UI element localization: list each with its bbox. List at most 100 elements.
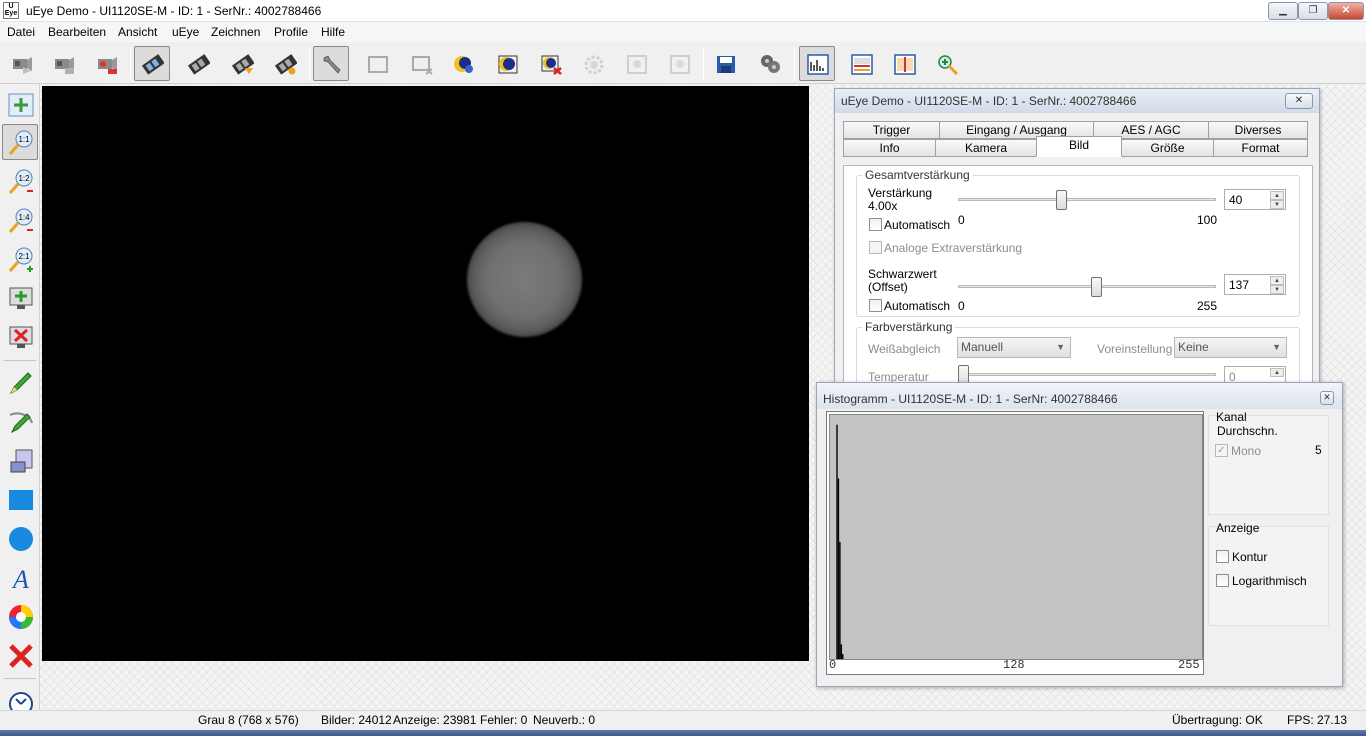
gain-spinbox[interactable]: 40 ▲ ▼	[1224, 189, 1286, 210]
exposure-remove-button[interactable]	[532, 46, 568, 81]
tab-trigger[interactable]: Trigger	[843, 121, 940, 139]
zoom-1-1-button[interactable]: 1:1	[2, 124, 38, 160]
black-down-arrow[interactable]: ▼	[1270, 285, 1284, 294]
save-button[interactable]	[707, 46, 743, 81]
gain-group-title: Gesamtverstärkung	[862, 168, 973, 182]
gain-factor: 4.00x	[868, 199, 898, 213]
whitebalance-select[interactable]: Manuell ▼	[957, 337, 1071, 358]
film-reel-button[interactable]	[751, 46, 787, 81]
camera-open-button[interactable]	[3, 46, 39, 81]
tab-format[interactable]: Format	[1213, 139, 1308, 157]
delete-drawing-button[interactable]	[2, 637, 38, 673]
camera-live-image[interactable]	[42, 86, 809, 661]
zoom-1-4-button[interactable]: 1:4	[2, 202, 38, 238]
exposure-auto-button[interactable]	[445, 46, 481, 81]
menu-ueye[interactable]: uEye	[172, 25, 199, 39]
minimize-button[interactable]: ▁	[1268, 2, 1298, 20]
menu-zeichnen[interactable]: Zeichnen	[211, 25, 260, 39]
line-view-icon	[851, 54, 873, 75]
tab-diverses[interactable]: Diverses	[1208, 121, 1308, 139]
tab-info[interactable]: Info	[843, 139, 936, 157]
exposure-button[interactable]	[489, 46, 525, 81]
zoom-1-4-label: 1:4	[18, 213, 30, 222]
light-spot	[467, 222, 582, 337]
ellipse-button[interactable]	[2, 520, 38, 556]
whitebalance-value: Manuell	[961, 340, 1004, 354]
temperature-up-arrow[interactable]: ▲	[1270, 368, 1284, 377]
stop-video-button[interactable]	[267, 46, 303, 81]
polyline-icon	[9, 412, 33, 434]
live-video-button[interactable]	[134, 46, 170, 81]
menu-hilfe[interactable]: Hilfe	[321, 25, 345, 39]
frame2-button[interactable]	[661, 46, 697, 81]
properties-button[interactable]	[313, 46, 349, 81]
black-spinbox[interactable]: 137 ▲ ▼	[1224, 274, 1286, 295]
ellipse-icon	[9, 527, 33, 551]
maximize-button[interactable]: ❐	[1298, 2, 1328, 20]
status-neuverb: Neuverb.: 0	[533, 713, 596, 727]
mono-checkbox[interactable]: ✓	[1215, 444, 1228, 457]
black-slider-track[interactable]	[958, 285, 1216, 288]
aoi-button[interactable]	[359, 46, 395, 81]
zoom-2-1-button[interactable]: 2:1	[2, 241, 38, 277]
analog-gain-checkbox[interactable]	[869, 241, 882, 254]
gain-slider-thumb[interactable]	[1056, 190, 1067, 210]
pencil-button[interactable]	[2, 364, 38, 400]
kontur-checkbox[interactable]	[1216, 550, 1229, 563]
logarithmisch-checkbox[interactable]	[1216, 574, 1229, 587]
rectangle-button[interactable]	[2, 481, 38, 517]
properties-title-bar: uEye Demo - UI1120SE-M - ID: 1 - SerNr.:…	[835, 89, 1319, 113]
gain-auto-checkbox[interactable]	[869, 218, 882, 231]
histogram-bin	[842, 654, 844, 659]
tab-groesse[interactable]: Größe	[1121, 139, 1214, 157]
kanal-column-header: Durchschn.	[1217, 424, 1278, 438]
preset-select[interactable]: Keine ▼	[1174, 337, 1287, 358]
tab-bild[interactable]: Bild	[1036, 136, 1122, 157]
menu-ansicht[interactable]: Ansicht	[118, 25, 157, 39]
menu-bearbeiten[interactable]: Bearbeiten	[48, 25, 106, 39]
menu-profile[interactable]: Profile	[274, 25, 308, 39]
properties-close-button[interactable]: ✕	[1285, 93, 1313, 109]
record-video-button[interactable]	[224, 46, 260, 81]
camera-properties-dialog: uEye Demo - UI1120SE-M - ID: 1 - SerNr.:…	[834, 88, 1320, 397]
gain-down-arrow[interactable]: ▼	[1270, 200, 1284, 209]
frame-button[interactable]	[618, 46, 654, 81]
text-button[interactable]: A	[2, 559, 38, 595]
camera-close-button[interactable]	[45, 46, 81, 81]
temperature-slider-track[interactable]	[958, 373, 1216, 376]
menu-datei[interactable]: Datei	[7, 25, 35, 39]
black-up-arrow[interactable]: ▲	[1270, 276, 1284, 285]
mono-label: Mono	[1231, 444, 1262, 458]
gear-button[interactable]	[575, 46, 611, 81]
horizon-view-button[interactable]	[886, 46, 922, 81]
fit-window-button[interactable]	[2, 86, 38, 122]
mono-value: 5	[1315, 443, 1322, 457]
preset-label: Voreinstellung	[1097, 342, 1173, 356]
stamp-button[interactable]	[2, 442, 38, 478]
monitor-close-button[interactable]	[2, 319, 38, 355]
tab-kamera[interactable]: Kamera	[935, 139, 1037, 157]
black-auto-checkbox[interactable]	[869, 299, 882, 312]
status-anzeige: Anzeige: 23981	[393, 713, 477, 727]
monitor-close-icon	[9, 326, 33, 348]
whitebalance-dropdown-icon: ▼	[1056, 342, 1065, 352]
title-bar: U Eye uEye Demo - UI1120SE-M - ID: 1 - Se…	[0, 0, 1366, 22]
aoi-remove-button[interactable]	[403, 46, 439, 81]
zoom-in-button[interactable]	[929, 46, 965, 81]
zoom-1-2-button[interactable]: 1:2	[2, 163, 38, 199]
color-wheel-button[interactable]	[2, 598, 38, 634]
black-slider-thumb[interactable]	[1091, 277, 1102, 297]
preset-value: Keine	[1178, 340, 1209, 354]
histogram-close-button[interactable]: ✕	[1320, 391, 1334, 405]
monitor-fit-button[interactable]	[2, 280, 38, 316]
histogram-button[interactable]	[799, 46, 835, 81]
camera-settings-button[interactable]	[88, 46, 124, 81]
gain-slider-track[interactable]	[958, 198, 1216, 201]
line-view-button[interactable]	[843, 46, 879, 81]
close-button[interactable]: ✕	[1328, 2, 1364, 20]
histogram-tick-255: 255	[1178, 658, 1200, 672]
snapshot-button[interactable]	[180, 46, 216, 81]
film-reel-icon	[761, 55, 780, 73]
polyline-button[interactable]	[2, 403, 38, 439]
gain-up-arrow[interactable]: ▲	[1270, 191, 1284, 200]
